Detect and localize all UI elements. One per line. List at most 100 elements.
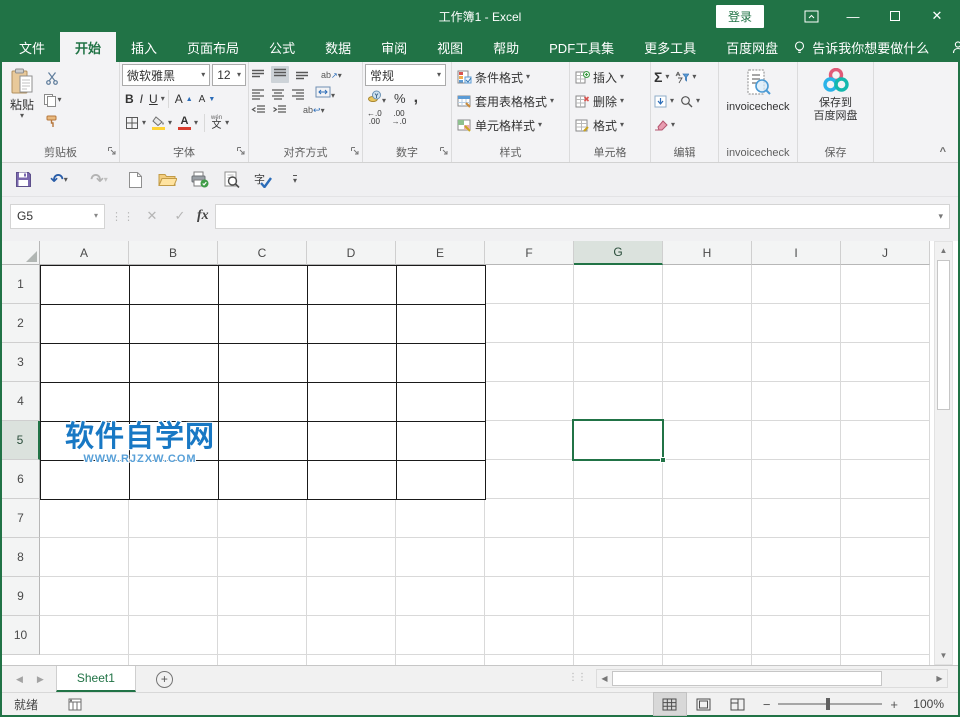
row-header-7[interactable]: 7	[2, 499, 40, 538]
column-header-a[interactable]: A	[40, 241, 129, 265]
insert-cells-button[interactable]: 插入 ▾	[572, 66, 648, 88]
selected-cell-g5[interactable]	[572, 419, 664, 461]
clear-button[interactable]: ▾	[653, 114, 676, 136]
minimize-button[interactable]: —	[832, 0, 874, 32]
column-header-f[interactable]: F	[485, 241, 574, 265]
row-header-5-selected[interactable]: 5	[2, 421, 40, 460]
number-dialog-launcher-icon[interactable]	[439, 145, 449, 159]
align-top-icon[interactable]	[251, 69, 265, 81]
fill-color-button[interactable]: ▾	[149, 112, 175, 134]
quick-print-button[interactable]	[186, 168, 212, 192]
column-header-d[interactable]: D	[307, 241, 396, 265]
increase-indent-icon[interactable]	[272, 104, 287, 116]
column-header-b[interactable]: B	[129, 241, 218, 265]
bold-button[interactable]: B	[122, 88, 137, 110]
sheet-tab-sheet1[interactable]: Sheet1	[56, 666, 136, 692]
view-normal-button[interactable]	[653, 692, 687, 716]
spell-check-button[interactable]: 字	[250, 168, 276, 192]
tab-pdf-tools[interactable]: PDF工具集	[534, 32, 629, 62]
wrap-text-button[interactable]: ab↩▾	[303, 105, 325, 116]
customize-qat-button[interactable]: ▾	[282, 168, 308, 192]
tell-me-box[interactable]: 告诉我你想要做什么	[793, 38, 929, 57]
next-sheet-icon[interactable]: ▶	[37, 674, 44, 685]
tab-data[interactable]: 数据	[310, 32, 366, 62]
tab-view[interactable]: 视图	[422, 32, 478, 62]
column-header-h[interactable]: H	[663, 241, 752, 265]
find-select-button[interactable]: ▾	[679, 90, 701, 112]
zoom-level[interactable]: 100%	[906, 697, 958, 711]
login-button[interactable]: 登录	[716, 5, 764, 28]
zoom-out-button[interactable]: −	[755, 697, 779, 712]
tab-review[interactable]: 审阅	[366, 32, 422, 62]
scroll-down-icon[interactable]: ▼	[935, 647, 952, 664]
undo-button[interactable]: ↶▾	[42, 168, 76, 192]
merge-center-button[interactable]: ▾	[315, 86, 335, 101]
vertical-scrollbar[interactable]: ▲ ▼	[934, 241, 953, 665]
underline-dropdown-icon[interactable]: ▾	[161, 95, 165, 103]
row-header-10[interactable]: 10	[2, 616, 40, 655]
align-middle-button[interactable]	[271, 66, 289, 83]
fill-button[interactable]: ▾	[653, 90, 675, 112]
ribbon-display-options-icon[interactable]	[790, 0, 832, 32]
column-header-i[interactable]: I	[752, 241, 841, 265]
tab-file[interactable]: 文件	[4, 32, 60, 62]
tab-more-tools[interactable]: 更多工具	[629, 32, 711, 62]
font-size-select[interactable]: 12 ▾	[212, 64, 246, 86]
vertical-scrollbar-thumb[interactable]	[937, 260, 950, 410]
column-header-e[interactable]: E	[396, 241, 485, 265]
format-cells-button[interactable]: 格式 ▾	[572, 114, 648, 136]
accounting-format-button[interactable]: ▾	[367, 90, 386, 106]
collapse-ribbon-icon[interactable]: ^	[940, 146, 946, 158]
align-left-icon[interactable]	[251, 88, 265, 100]
column-header-j[interactable]: J	[841, 241, 930, 265]
orientation-button[interactable]: ab↗▾	[321, 70, 342, 80]
borders-button[interactable]: ▾	[122, 112, 149, 134]
decrease-font-button[interactable]: A▼	[196, 88, 219, 110]
print-preview-button[interactable]	[218, 168, 244, 192]
open-button[interactable]	[154, 168, 180, 192]
redo-button[interactable]: ↷▾	[82, 168, 116, 192]
view-page-break-button[interactable]	[721, 692, 755, 716]
row-header-4[interactable]: 4	[2, 382, 40, 421]
invoicecheck-button[interactable]: invoicecheck	[721, 64, 796, 145]
horizontal-scrollbar-thumb[interactable]	[612, 671, 882, 686]
align-bottom-icon[interactable]	[295, 69, 309, 81]
select-all-corner[interactable]	[2, 241, 40, 265]
formula-bar-resize-handle[interactable]: ⋮⋮	[111, 210, 135, 223]
tab-scrollbar-splitter[interactable]: ⋮⋮	[568, 672, 586, 683]
save-button[interactable]	[10, 168, 36, 192]
alignment-dialog-launcher-icon[interactable]	[350, 145, 360, 159]
column-header-c[interactable]: C	[218, 241, 307, 265]
conditional-formatting-button[interactable]: 条件格式 ▾	[454, 66, 567, 88]
align-right-icon[interactable]	[291, 88, 305, 100]
cut-button[interactable]	[40, 67, 64, 89]
zoom-slider[interactable]	[778, 703, 882, 705]
scroll-left-icon[interactable]: ◀	[597, 670, 612, 687]
tab-baidu-netdisk[interactable]: 百度网盘	[711, 32, 793, 62]
name-box[interactable]: G5 ▾	[10, 204, 105, 229]
cell-styles-button[interactable]: 单元格样式 ▾	[454, 114, 567, 136]
font-name-select[interactable]: 微软雅黑 ▾	[122, 64, 210, 86]
horizontal-scrollbar[interactable]: ◀ ▶	[596, 669, 948, 688]
row-header-1[interactable]: 1	[2, 265, 40, 304]
bordered-cell-range-a1-e6[interactable]	[40, 265, 486, 500]
increase-font-button[interactable]: A▲	[172, 88, 196, 110]
tab-formulas[interactable]: 公式	[254, 32, 310, 62]
close-button[interactable]: ✕	[916, 0, 958, 32]
row-header-9[interactable]: 9	[2, 577, 40, 616]
paste-button[interactable]: 粘贴 ▾	[4, 64, 40, 145]
new-document-button[interactable]	[122, 168, 148, 192]
underline-button[interactable]: U	[146, 88, 161, 110]
autosum-button[interactable]: Σ▾	[653, 66, 670, 88]
sort-filter-button[interactable]: ▾	[674, 66, 697, 88]
clipboard-dialog-launcher-icon[interactable]	[107, 145, 117, 159]
percent-style-button[interactable]: %	[394, 91, 406, 106]
scroll-right-icon[interactable]: ▶	[932, 670, 947, 687]
prev-sheet-icon[interactable]: ◀	[16, 674, 23, 685]
row-header-3[interactable]: 3	[2, 343, 40, 382]
tab-help[interactable]: 帮助	[478, 32, 534, 62]
align-center-icon[interactable]	[271, 88, 285, 100]
decrease-indent-icon[interactable]	[251, 104, 266, 116]
italic-button[interactable]: I	[137, 88, 146, 110]
add-sheet-button[interactable]: +	[156, 671, 173, 688]
